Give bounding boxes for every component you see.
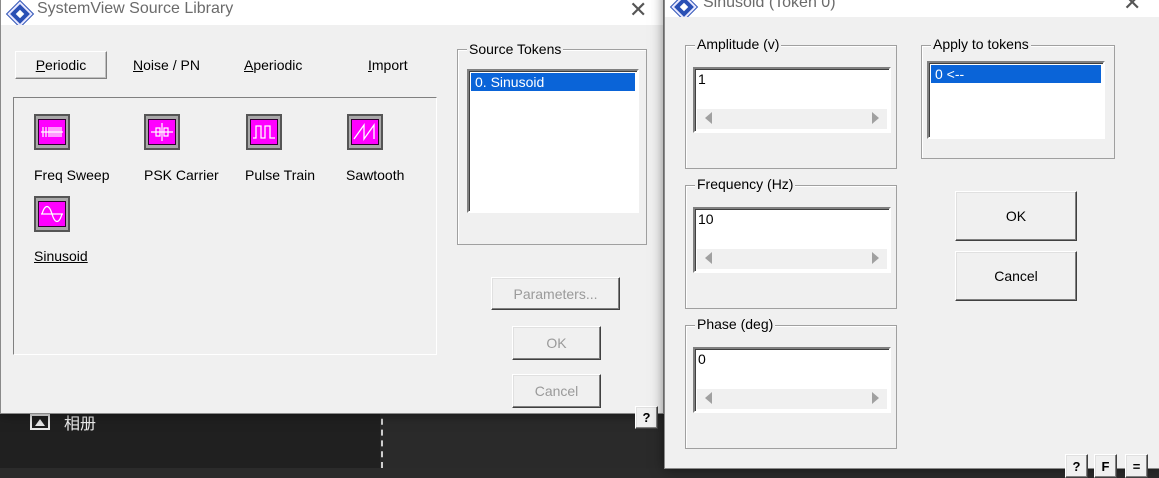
source-tokens-label: Source Tokens [467, 41, 564, 57]
ok-button[interactable]: OK [955, 191, 1077, 241]
tab-label: Aperiodic [244, 57, 303, 73]
token-item-selected[interactable]: 0. Sinusoid [471, 73, 635, 91]
sawtooth-icon[interactable] [347, 114, 383, 150]
sinusoid-dialog: Sinusoid (Token 0) ✕ Amplitude (v) 1 Fre… [664, 0, 1159, 478]
cancel-label: Cancel [534, 383, 579, 399]
frequency-scrollbar[interactable] [697, 249, 887, 269]
source-tokens-list[interactable]: 0. Sinusoid [467, 69, 639, 213]
psk-carrier-icon[interactable] [144, 114, 180, 150]
dialog-title: Sinusoid (Token 0) [703, 0, 836, 11]
amplitude-label: Amplitude (v) [695, 36, 782, 52]
tab-label: Noise / PN [133, 57, 200, 73]
scroll-left-icon[interactable] [705, 112, 712, 124]
source-label-selected[interactable]: Sinusoid [34, 248, 88, 264]
frequency-field[interactable]: 10 [693, 207, 891, 273]
source-label[interactable]: Pulse Train [245, 167, 315, 183]
tab-noise-pn[interactable]: Noise / PN [133, 55, 200, 75]
apply-token-item-selected[interactable]: 0 <-- [931, 65, 1101, 83]
sawtooth-icon-glyph [351, 119, 379, 145]
amplitude-value: 1 [698, 71, 706, 87]
psk-carrier-icon-glyph [148, 119, 176, 145]
f-button[interactable]: F [1094, 454, 1117, 478]
apply-tokens-label: Apply to tokens [931, 36, 1031, 52]
image-icon [30, 414, 50, 430]
help-button[interactable]: ? [1065, 454, 1088, 478]
amplitude-scrollbar[interactable] [697, 109, 887, 129]
tab-label: Import [368, 57, 408, 73]
equals-label: = [1132, 458, 1141, 474]
app-logo-icon [7, 1, 33, 27]
tab-periodic[interactable]: Periodic [15, 51, 107, 79]
pulse-train-icon-glyph [250, 119, 278, 145]
phase-label: Phase (deg) [695, 316, 776, 332]
help-label: ? [1072, 458, 1081, 474]
scroll-right-icon[interactable] [872, 252, 879, 264]
dashed-divider [381, 408, 383, 468]
scroll-left-icon[interactable] [705, 392, 712, 404]
sinusoid-icon[interactable] [34, 196, 70, 232]
sinusoid-icon-glyph [38, 201, 66, 227]
source-label[interactable]: Sawtooth [346, 167, 404, 183]
tab-aperiodic[interactable]: Aperiodic [244, 55, 302, 75]
help-label: ? [642, 410, 651, 425]
amplitude-field[interactable]: 1 [693, 67, 891, 133]
phase-scrollbar[interactable] [697, 389, 887, 409]
window-title: SystemView Source Library [37, 0, 234, 17]
freq-sweep-icon-glyph [38, 119, 66, 145]
apply-tokens-list[interactable]: 0 <-- [927, 61, 1105, 139]
tab-import[interactable]: Import [368, 55, 408, 75]
pulse-train-icon[interactable] [246, 114, 282, 150]
cancel-label: Cancel [994, 268, 1038, 284]
frequency-value: 10 [698, 211, 714, 227]
phase-field[interactable]: 0 [693, 347, 891, 413]
source-library-body: Periodic Noise / PN Aperiodic Import Fre… [1, 25, 663, 429]
source-library-window: SystemView Source Library ✕ Periodic Noi… [0, 0, 664, 429]
parameters-label: Parameters... [513, 285, 598, 302]
source-label[interactable]: Freq Sweep [34, 167, 109, 183]
ok-button[interactable]: OK [512, 326, 601, 360]
tab-label: Periodic [35, 57, 87, 73]
source-label[interactable]: PSK Carrier [144, 167, 219, 183]
f-label: F [1101, 458, 1110, 474]
scroll-left-icon[interactable] [705, 252, 712, 264]
ok-label: OK [546, 335, 567, 351]
frequency-label: Frequency (Hz) [695, 176, 796, 192]
equals-button[interactable]: = [1125, 454, 1148, 478]
title-bar: SystemView Source Library ✕ [1, 0, 663, 27]
scroll-right-icon[interactable] [872, 392, 879, 404]
close-icon[interactable]: ✕ [1123, 0, 1141, 16]
parameters-button[interactable]: Parameters... [491, 277, 620, 310]
dialog-title-bar: Sinusoid (Token 0) ✕ [665, 0, 1159, 20]
sinusoid-dialog-body: Amplitude (v) 1 Frequency (Hz) 10 Phase … [665, 17, 1159, 478]
phase-value: 0 [698, 351, 706, 367]
tab-panel: Freq Sweep PSK Carrier Pulse Train Sawto… [13, 97, 437, 355]
cancel-button[interactable]: Cancel [512, 374, 601, 408]
ok-label: OK [1005, 208, 1027, 224]
freq-sweep-icon[interactable] [34, 114, 70, 150]
scroll-right-icon[interactable] [872, 112, 879, 124]
close-icon[interactable]: ✕ [629, 0, 647, 23]
cancel-button[interactable]: Cancel [955, 251, 1077, 301]
help-button[interactable]: ? [635, 406, 658, 429]
